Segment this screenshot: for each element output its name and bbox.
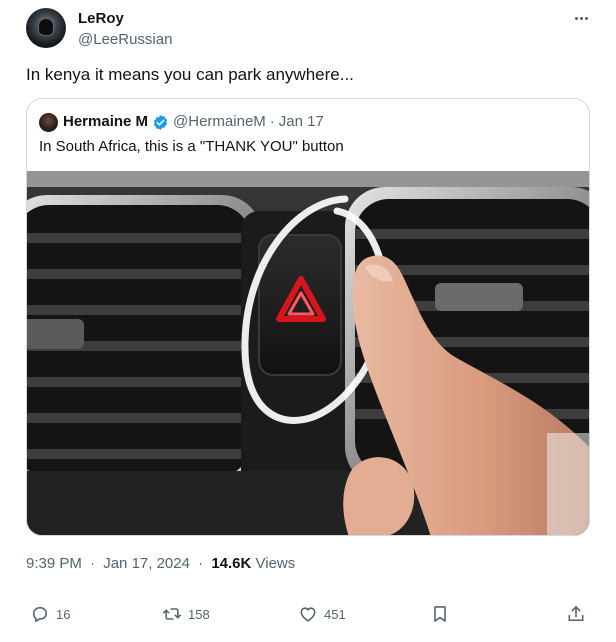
retweet-count: 158 [188,606,210,622]
tweet-time[interactable]: 9:39 PM [26,555,82,572]
views-label: Views [255,555,296,572]
like-button[interactable]: 451 [298,600,346,628]
meta-separator: · [198,555,204,572]
retweet-button[interactable]: 158 [162,600,210,628]
heart-icon [300,607,316,622]
quoted-author-avatar[interactable] [39,113,58,132]
author-avatar[interactable] [26,8,66,48]
like-count: 451 [324,606,346,622]
reply-count: 16 [56,606,71,622]
action-bar: 16 158 451 [26,600,590,628]
quoted-tweet[interactable]: Hermaine M @HermaineM · Jan 17 In South … [26,98,590,536]
share-icon [568,606,584,622]
bookmark-icon [434,606,446,622]
bookmark-button[interactable] [430,600,450,628]
author-block: LeRoy @LeeRussian [78,10,172,50]
quoted-header: Hermaine M @HermaineM · Jan 17 [63,112,324,132]
share-button[interactable] [566,600,586,628]
tweet-card: LeRoy @LeeRussian In kenya it means you … [0,0,616,642]
author-name[interactable]: LeRoy [78,10,172,28]
retweet-icon [162,608,182,620]
tweet-text: In kenya it means you can park anywhere.… [26,65,354,84]
quoted-author-handle[interactable]: @HermaineM [173,112,266,132]
meta-separator: · [90,555,96,572]
tweet-date[interactable]: Jan 17, 2024 [103,555,190,572]
views-count: 14.6K [211,555,252,572]
verified-badge-icon [153,114,168,130]
reply-button[interactable]: 16 [30,600,70,628]
reply-icon [32,606,48,622]
author-handle[interactable]: @LeeRussian [78,30,172,50]
quoted-author-name[interactable]: Hermaine M [63,112,148,132]
thumb [343,457,415,535]
quoted-photo[interactable] [27,171,590,536]
quoted-date[interactable]: Jan 17 [279,112,324,132]
quoted-separator: · [269,113,275,130]
helmet-shape [38,18,54,36]
left-air-vent [27,195,262,487]
tweet-meta: 9:39 PM · Jan 17, 2024 · 14.6K Views [26,554,295,574]
more-dots-icon[interactable] [568,8,594,28]
quoted-text: In South Africa, this is a "THANK YOU" b… [39,138,344,155]
